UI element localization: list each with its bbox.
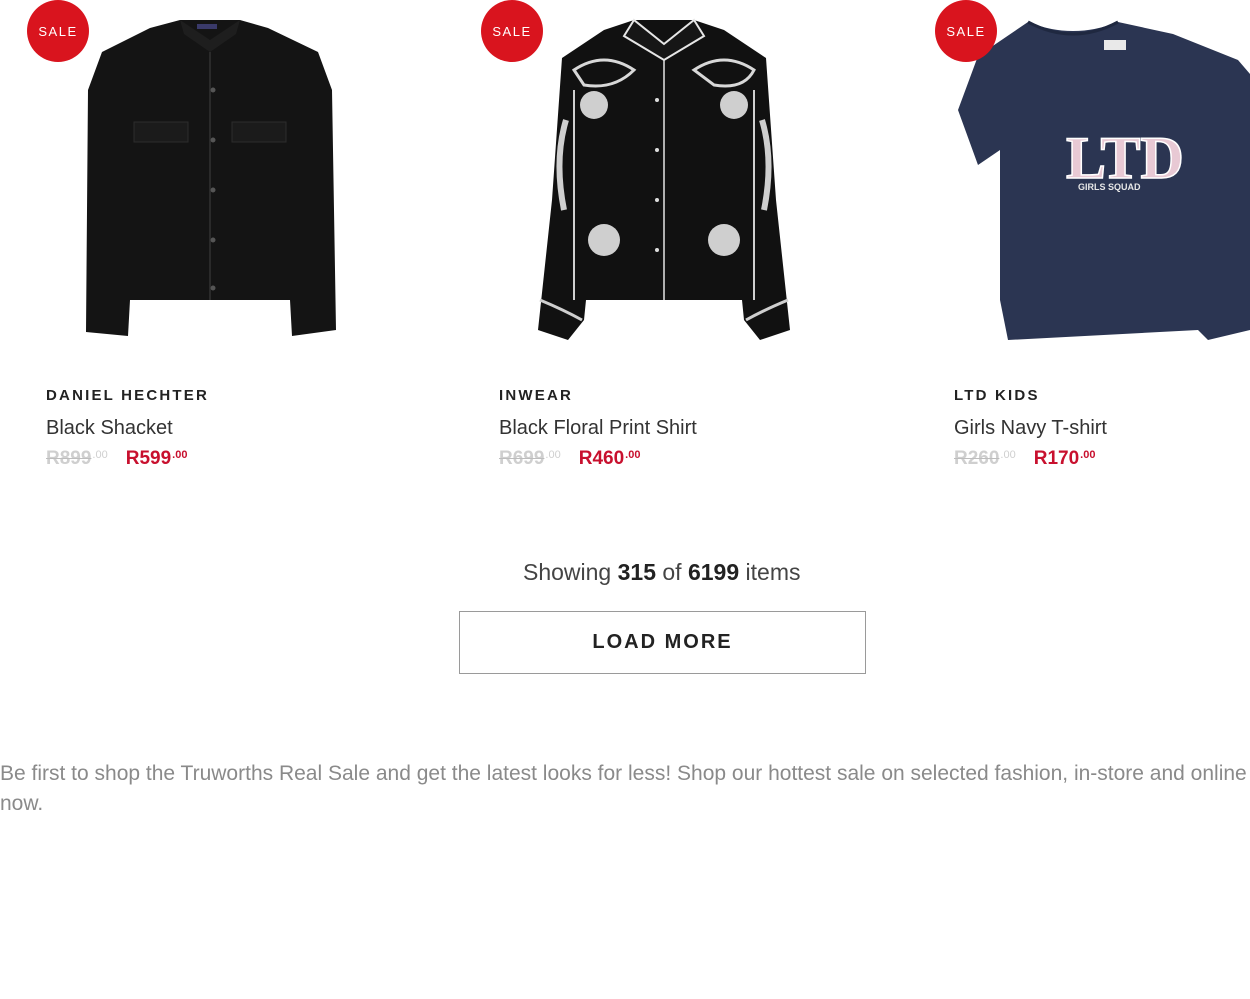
sale-price-cents: .00 (1080, 448, 1096, 461)
old-price: R260 (954, 448, 1000, 469)
old-price-cents: .00 (92, 448, 108, 461)
showing-label: Showing (523, 559, 612, 585)
old-price-cents: .00 (545, 448, 561, 461)
old-price-cents: .00 (1000, 448, 1016, 461)
product-card-black-shacket[interactable]: SALE DANIEL HECHTER Black Shacket R899.0… (0, 0, 440, 490)
items-label: items (745, 559, 801, 585)
product-name[interactable]: Girls Navy T-shirt (954, 417, 1107, 440)
price-row: R260.00 R170.00 (954, 448, 1095, 470)
product-name[interactable]: Black Floral Print Shirt (499, 417, 697, 440)
sale-price: R460 (578, 448, 625, 469)
sale-price-cents: .00 (625, 448, 641, 461)
product-brand: INWEAR (499, 387, 574, 404)
sale-badge: SALE (935, 0, 997, 62)
product-card-black-floral-shirt[interactable]: SALE INWEAR Black Floral Print Shirt R69… (454, 0, 894, 490)
old-price: R899 (46, 448, 92, 469)
product-name[interactable]: Black Shacket (46, 417, 173, 440)
results-count: Showing 315 of 6199 items (37, 559, 1250, 586)
load-more-button[interactable]: LOAD MORE (459, 611, 866, 674)
sale-price: R170 (1033, 448, 1080, 469)
print-girls-squad-text: GIRLS SQUAD (1078, 182, 1141, 192)
product-brand: LTD KIDS (954, 387, 1040, 404)
product-card-girls-navy-tshirt[interactable]: LTD GIRLS SQUAD SALE LTD KIDS Girls Navy… (908, 0, 1250, 490)
shown-count: 315 (617, 559, 656, 585)
sale-price: R599 (125, 448, 172, 469)
seo-description: Be first to shop the Truworths Real Sale… (0, 759, 1250, 819)
product-grid: SALE DANIEL HECHTER Black Shacket R899.0… (0, 0, 1250, 500)
total-count: 6199 (687, 559, 740, 585)
product-brand: DANIEL HECHTER (46, 387, 210, 404)
sale-badge: SALE (27, 0, 89, 62)
product-image-black-floral-shirt[interactable]: SALE (454, 0, 874, 370)
price-row: R699.00 R460.00 (499, 448, 640, 470)
old-price: R699 (499, 448, 545, 469)
of-label: of (662, 559, 682, 585)
sale-price-cents: .00 (172, 448, 188, 461)
price-row: R899.00 R599.00 (46, 448, 187, 470)
product-image-girls-navy-tshirt[interactable]: LTD GIRLS SQUAD SALE (908, 0, 1250, 370)
seo-line-1: Be first to shop the Truworths Real Sale… (0, 762, 1247, 785)
seo-line-2: now. (0, 792, 44, 815)
product-image-black-shacket[interactable]: SALE (0, 0, 420, 370)
sale-badge: SALE (481, 0, 543, 62)
